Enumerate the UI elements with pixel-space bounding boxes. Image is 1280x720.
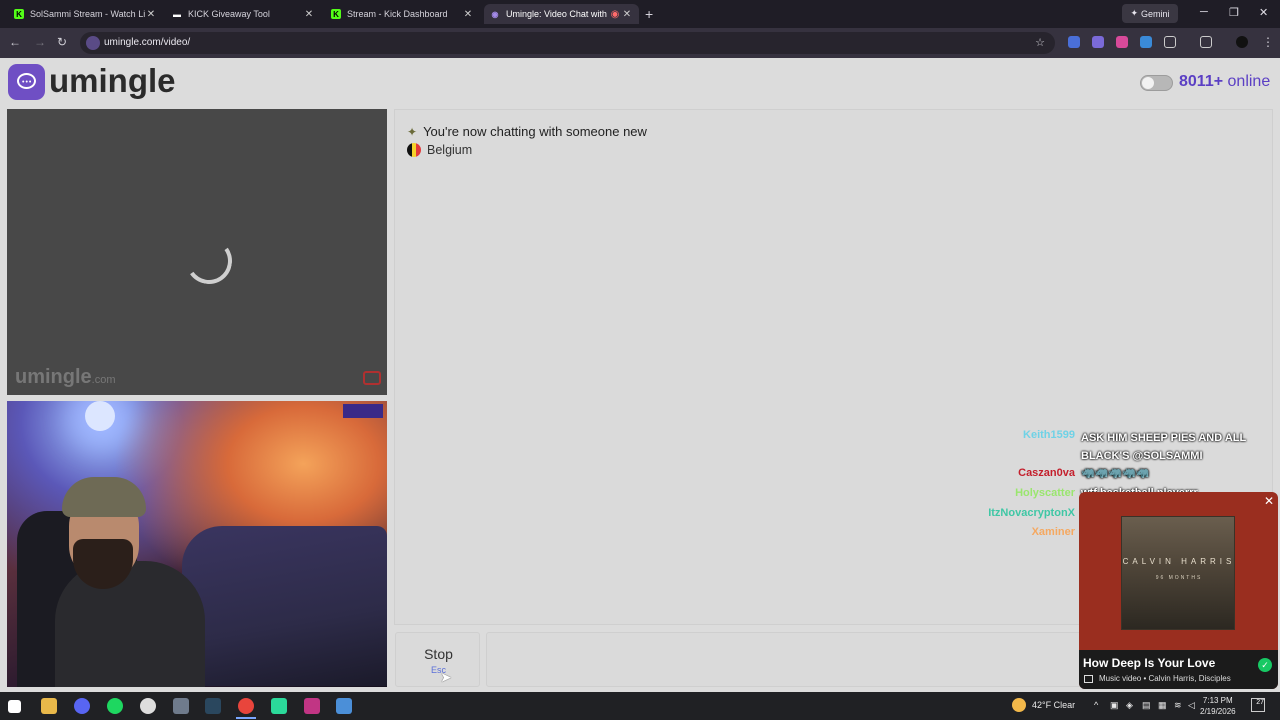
back-arrow-icon[interactable]: ← <box>9 35 21 49</box>
stranger-country: Belgium <box>407 143 472 157</box>
online-count: 8011+ <box>1179 73 1224 90</box>
mouse-cursor-icon: ➤ <box>440 669 452 685</box>
minimize-icon[interactable]: ─ <box>1200 6 1208 18</box>
umingle-logo-icon[interactable]: ••• <box>8 64 45 100</box>
esc-hint: Esc <box>430 665 446 675</box>
address-bar[interactable]: umingle.com/video/ ☆ <box>80 32 1055 54</box>
song-artist: Music video • Calvin Harris, Disciples <box>1099 674 1231 683</box>
system-message-text: You're now chatting with someone new <box>423 124 647 139</box>
tab-solsammi-stream[interactable]: K SolSammi Stream - Watch Live ✕ <box>8 4 163 24</box>
windows-start-icon[interactable] <box>8 700 21 713</box>
volume-icon[interactable]: ◁ <box>1188 700 1195 711</box>
forward-arrow-icon[interactable]: → <box>34 35 46 49</box>
profile-avatar[interactable] <box>1236 36 1248 48</box>
umingle-watermark: umingle.com <box>15 366 116 388</box>
tab-kick-giveaway[interactable]: ▬ KICK Giveaway Tool ✕ <box>166 4 321 24</box>
extension-icon[interactable] <box>1092 36 1104 48</box>
song-title: How Deep Is Your Love <box>1083 656 1216 670</box>
kick-icon: K <box>331 9 341 19</box>
windows-taskbar: 42°F Clear ^ ▣ ◈ ▤ ▦ ≋ ◁ 7:13 PM 2/19/20… <box>0 692 1280 720</box>
steam-icon[interactable] <box>205 698 221 714</box>
star-icon[interactable]: ☆ <box>1035 36 1045 49</box>
tab-title: SolSammi Stream - Watch Live <box>30 9 145 19</box>
browser-toolbar: ← → ↻ umingle.com/video/ ☆ ⋮ <box>0 28 1280 58</box>
instagram-icon[interactable] <box>304 698 320 714</box>
tab-umingle[interactable]: ◉ Umingle: Video Chat with S ◉ ✕ <box>484 4 639 24</box>
sparkle-icon: ✦ <box>407 124 418 139</box>
umingle-icon: ◉ <box>491 9 499 19</box>
tab-title: Umingle: Video Chat with S <box>506 9 609 19</box>
belgium-flag-icon <box>407 143 421 157</box>
extension-icon[interactable] <box>1140 36 1152 48</box>
discord-icon[interactable] <box>74 698 90 714</box>
spotify-icon[interactable] <box>107 698 123 714</box>
now-playing-bar: How Deep Is Your Love Music video • Calv… <box>1079 650 1278 689</box>
settings-icon[interactable] <box>140 698 156 714</box>
album-art: CALVIN HARRIS 96 MONTHS <box>1121 516 1235 630</box>
recording-icon: ◉ <box>610 8 620 20</box>
kebab-menu-icon[interactable]: ⋮ <box>1262 35 1274 49</box>
online-label: online <box>1227 73 1271 90</box>
file-explorer-icon[interactable] <box>41 698 57 714</box>
extension-icon[interactable] <box>1116 36 1128 48</box>
album-art-subtitle: 96 MONTHS <box>1155 575 1203 581</box>
stranger-video: umingle.com <box>7 109 387 395</box>
theme-toggle[interactable] <box>1140 75 1173 91</box>
close-icon[interactable]: ✕ <box>303 9 315 20</box>
gemini-label: Gemini <box>1141 8 1170 19</box>
stop-label: Stop <box>424 646 453 662</box>
tab-title: Stream - Kick Dashboard <box>347 9 448 19</box>
steam-icon[interactable] <box>336 698 352 714</box>
url-text: umingle.com/video/ <box>104 37 191 48</box>
tab-title: KICK Giveaway Tool <box>188 9 270 19</box>
check-icon: ✓ <box>1258 658 1272 672</box>
wifi-icon[interactable]: ≋ <box>1174 700 1182 711</box>
window-close-icon[interactable]: ✕ <box>1259 6 1268 19</box>
country-name: Belgium <box>427 143 473 157</box>
chrome-icon[interactable] <box>238 698 254 714</box>
kick-giveaway-icon: ▬ <box>173 9 181 19</box>
puzzle-icon[interactable] <box>1164 36 1176 48</box>
tab-kick-dashboard[interactable]: K Stream - Kick Dashboard ✕ <box>325 4 480 24</box>
system-clock[interactable]: 7:13 PM 2/19/2026 <box>1200 695 1236 717</box>
tray-icon[interactable]: ▣ <box>1110 700 1119 711</box>
close-icon[interactable]: ✕ <box>462 9 474 20</box>
moon-icon <box>1012 698 1026 712</box>
album-art-title: CALVIN HARRIS <box>1122 557 1236 566</box>
weather-text[interactable]: 42°F Clear <box>1032 700 1075 710</box>
plus-icon[interactable]: + <box>645 6 653 22</box>
loading-spinner-icon <box>182 234 236 288</box>
close-icon[interactable]: ✕ <box>145 9 157 20</box>
self-webcam-video <box>7 401 387 687</box>
browser-tab-strip: K SolSammi Stream - Watch Live ✕ ▬ KICK … <box>0 0 1280 28</box>
app-icon[interactable] <box>173 698 189 714</box>
clock-time: 7:13 PM <box>1202 696 1233 705</box>
music-mini-player[interactable]: ✕ CALVIN HARRIS 96 MONTHS How Deep Is Yo… <box>1079 492 1278 689</box>
online-counter: 8011+ online <box>1179 73 1270 91</box>
restore-icon[interactable]: ❐ <box>1229 6 1239 19</box>
tray-chevron-icon[interactable]: ^ <box>1094 700 1098 710</box>
tray-icon[interactable]: ▤ <box>1142 700 1151 711</box>
message-input[interactable] <box>486 632 1086 687</box>
close-icon[interactable]: ✕ <box>621 9 633 20</box>
kick-icon: K <box>14 9 24 19</box>
video-icon <box>1084 675 1093 683</box>
stop-button[interactable]: Stop Esc ➤ <box>395 632 480 687</box>
site-info-icon[interactable] <box>86 36 100 50</box>
clock-date: 2/19/2026 <box>1200 707 1236 716</box>
close-icon[interactable]: ✕ <box>1264 494 1274 508</box>
tray-icon[interactable]: ◈ <box>1126 700 1133 711</box>
notification-icon[interactable]: 27 <box>1251 698 1265 712</box>
sidepanel-icon[interactable] <box>1200 36 1212 48</box>
report-flag-icon[interactable] <box>363 371 381 385</box>
reload-icon[interactable]: ↻ <box>57 35 67 49</box>
extension-icon[interactable] <box>1068 36 1080 48</box>
tray-icon[interactable]: ▦ <box>1158 700 1167 711</box>
system-message: ✦ You're now chatting with someone new <box>407 124 647 139</box>
sparkle-icon: ✦ <box>1130 8 1139 18</box>
logo-text[interactable]: umingle <box>49 62 176 100</box>
gemini-button[interactable]: ✦ Gemini <box>1122 4 1178 23</box>
app-icon[interactable] <box>271 698 287 714</box>
